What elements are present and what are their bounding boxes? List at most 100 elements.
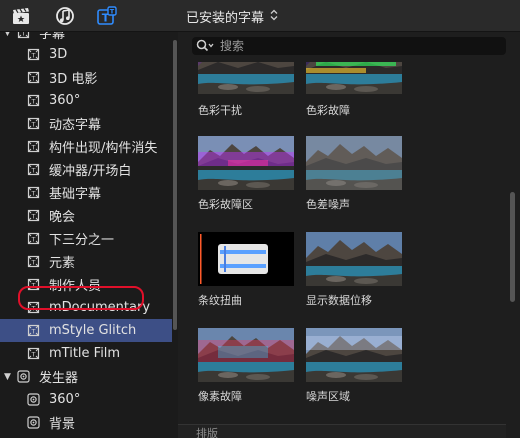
thumbnail-caption: 色彩故障区	[198, 198, 253, 211]
svg-text:T: T	[30, 281, 35, 289]
clapper-icon[interactable]	[10, 5, 32, 27]
title-cat-icon: T	[26, 209, 40, 223]
thumbnail-caption: 条纹扭曲	[198, 294, 242, 307]
sidebar-item-label: mTitle Film	[49, 346, 121, 361]
sidebar-item-label: 晚会	[49, 210, 76, 225]
sidebar-item-mdocumentary[interactable]: TmDocumentary	[0, 296, 172, 319]
generator-icon	[16, 370, 30, 384]
title-cat-icon: T	[26, 140, 40, 154]
title-cat-icon: T	[26, 94, 40, 108]
title-cat-icon: T	[26, 301, 40, 315]
sidebar-group-label: 字幕	[39, 32, 66, 42]
sidebar-item-mstyle-glitch[interactable]: TmStyle Glitch	[0, 319, 172, 342]
sidebar-item-label: 下三分之一	[49, 233, 115, 248]
sidebar-item-label: 3D 电影	[49, 72, 98, 87]
svg-text:T: T	[30, 166, 35, 174]
sidebar-item-7[interactable]: T 晚会	[0, 204, 172, 227]
sidebar-item-360[interactable]: T 360°	[0, 89, 172, 112]
browser-scroll-thumb[interactable]	[510, 192, 515, 302]
title-cat-icon: T	[26, 278, 40, 292]
title-thumbnail[interactable]	[198, 136, 294, 190]
sidebar-item-label: mDocumentary	[49, 300, 151, 315]
sidebar-item-label: 360°	[49, 93, 81, 108]
search-icon	[196, 39, 214, 52]
chevron-updown-icon	[270, 9, 278, 24]
title-cat-icon: T	[26, 324, 40, 338]
sidebar-item-3d[interactable]: T 3D	[0, 43, 172, 66]
svg-text:T: T	[30, 258, 35, 266]
title-thumbnail[interactable]	[198, 62, 294, 94]
svg-text:T: T	[30, 189, 35, 197]
sidebar-item-label: 动态字幕	[49, 118, 102, 133]
title-thumbnail[interactable]	[306, 232, 402, 286]
thumbnail-caption: 显示数据位移	[306, 294, 372, 307]
sidebar-item-4[interactable]: T 构件出现/构件消失	[0, 135, 172, 158]
titles-icon[interactable]: TT	[96, 5, 118, 27]
svg-text:T: T	[110, 8, 115, 16]
title-thumbnail[interactable]	[198, 328, 294, 382]
thumbnail-caption: 色彩故障	[306, 104, 350, 117]
title-cat-icon: T	[26, 163, 40, 177]
svg-text:T: T	[20, 32, 25, 37]
sidebar-generator-item-1[interactable]: 背景	[0, 411, 172, 434]
title-thumbnail[interactable]	[306, 136, 402, 190]
svg-text:T: T	[30, 327, 35, 335]
title-cat-icon: T	[26, 48, 40, 62]
title-cat-icon: T	[26, 347, 40, 361]
svg-text:T: T	[30, 212, 35, 220]
sidebar-item-3[interactable]: T 动态字幕	[0, 112, 172, 135]
search-input[interactable]	[220, 39, 460, 53]
title-thumbnail[interactable]	[306, 62, 402, 94]
svg-text:T: T	[30, 97, 35, 105]
generator-icon	[26, 416, 40, 430]
title-thumbnail[interactable]	[306, 328, 402, 382]
sidebar-item-label: 元素	[49, 256, 76, 271]
thumbnail-caption: 色差噪声	[306, 198, 350, 211]
sidebar: ▼ T 字幕 T 3D T 3D 电影 T 360° T 动态字幕 T 构件出现/构件消失 T 缓冲器/开场…	[0, 32, 178, 438]
title-cat-icon: T	[26, 117, 40, 131]
sidebar-item-5[interactable]: T 缓冲器/开场白	[0, 158, 172, 181]
thumbnail-caption: 色彩干扰	[198, 104, 242, 117]
title-thumbnail[interactable]	[198, 232, 294, 286]
browser-scrollbar[interactable]	[508, 62, 516, 424]
svg-text:T: T	[30, 350, 35, 358]
sidebar-item-mtitle-film[interactable]: TmTitle Film	[0, 342, 172, 365]
title-cat-icon: T	[26, 255, 40, 269]
title-cat-icon: T	[26, 71, 40, 85]
svg-text:T: T	[30, 304, 35, 312]
sidebar-item-3d[interactable]: T 3D 电影	[0, 66, 172, 89]
thumbnail-caption: 噪声区域	[306, 390, 350, 403]
sidebar-scroll-thumb[interactable]	[173, 40, 177, 330]
search-field[interactable]	[192, 37, 506, 55]
sidebar-generator-item-0[interactable]: 360°	[0, 388, 172, 411]
sidebar-item-10[interactable]: T 制作人员	[0, 273, 172, 296]
sidebar-item-label: 3D	[49, 47, 68, 62]
svg-text:T: T	[30, 235, 35, 243]
disclosure-down-icon[interactable]: ▼	[4, 372, 16, 382]
disclosure-down-icon[interactable]: ▼	[4, 32, 16, 38]
sidebar-group-generators[interactable]: ▼ 发生器	[0, 365, 172, 388]
svg-text:T: T	[30, 74, 35, 82]
sidebar-group-label: 发生器	[39, 371, 79, 386]
section-header-typography: 排版	[178, 424, 506, 438]
title-cat-icon: T	[16, 32, 30, 40]
sidebar-item-label: 制作人员	[49, 279, 102, 294]
music-icon[interactable]	[54, 5, 76, 27]
sidebar-item-label: 基础字幕	[49, 187, 102, 202]
sidebar-item-label: mStyle Glitch	[49, 323, 137, 338]
toolbar: TT 已安装的字幕	[0, 0, 520, 32]
sidebar-item-label: 背景	[49, 417, 76, 432]
svg-text:T: T	[30, 143, 35, 151]
browser-main: 色彩干扰 色彩故障色彩故障区 色差噪声条纹扭曲 显示数据位移像素故障 噪声区域 排版	[178, 32, 520, 438]
sidebar-item-label: 缓冲器/开场白	[49, 164, 132, 179]
library-title: 已安装的字幕	[186, 10, 265, 26]
sidebar-item-9[interactable]: T 元素	[0, 250, 172, 273]
generator-icon	[26, 393, 40, 407]
title-cat-icon: T	[26, 232, 40, 246]
sidebar-item-label: 360°	[49, 392, 81, 407]
library-selector[interactable]: 已安装的字幕	[186, 0, 278, 32]
sidebar-item-6[interactable]: T 基础字幕	[0, 181, 172, 204]
svg-text:T: T	[30, 120, 35, 128]
title-cat-icon: T	[26, 186, 40, 200]
sidebar-item-8[interactable]: T 下三分之一	[0, 227, 172, 250]
